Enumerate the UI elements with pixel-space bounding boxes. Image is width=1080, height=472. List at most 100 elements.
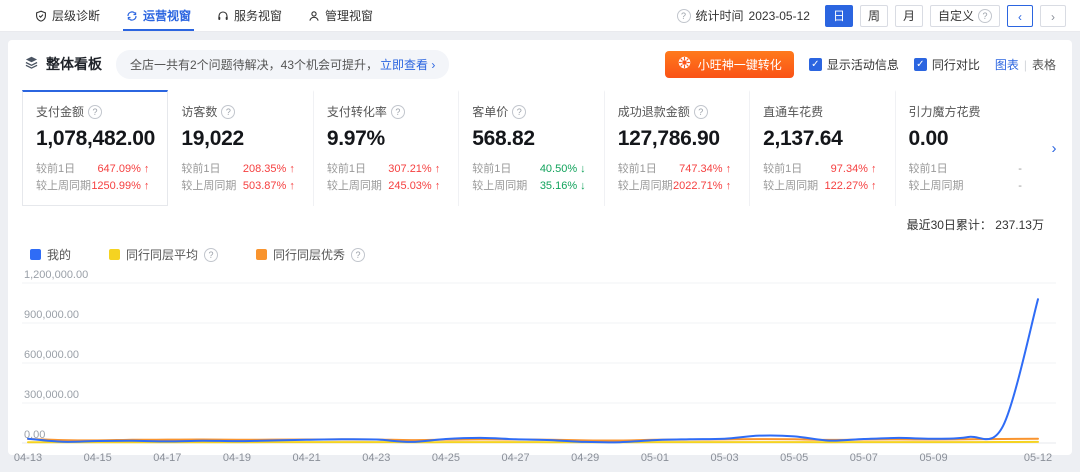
checkbox-同行对比[interactable]: ✓同行对比 (914, 56, 980, 73)
stat-time-label: 统计时间 (696, 7, 744, 24)
metric-title-text: 访客数 (181, 103, 217, 120)
metric-value: 568.82 (472, 127, 597, 151)
legend-item-同行同层优秀[interactable]: 同行同层优秀? (256, 246, 365, 263)
metric-title: 引力魔方花费 (909, 103, 1034, 120)
metric-card-支付金额[interactable]: 支付金额?1,078,482.00较前1日647.09% ↑较上周同期1250.… (22, 90, 168, 206)
headset-icon (217, 10, 229, 22)
prev-date-button[interactable]: ‹ (1007, 5, 1033, 27)
info-icon[interactable]: ? (221, 105, 235, 119)
custom-range-button[interactable]: 自定义 ? (930, 5, 1000, 27)
compare-row: 较上周同期503.87% ↑ (181, 178, 306, 195)
metric-value: 1,078,482.00 (36, 127, 161, 151)
range-button-周[interactable]: 周 (860, 5, 888, 27)
svg-text:04-21: 04-21 (293, 452, 321, 464)
time-controls: ? 统计时间 2023-05-12 日周月 自定义 ? ‹ › (677, 5, 1066, 27)
range-button-group: 日周月 (825, 5, 923, 27)
metric-card-引力魔方花费[interactable]: 引力魔方花费0.00较前1日-较上周同期- (896, 90, 1040, 206)
compare-row: 较上周同期2022.71% ↑ (618, 178, 743, 195)
compare-row: 较前1日 747.34% ↑ (618, 161, 743, 178)
compare-value: 747.34% ↑ (679, 161, 731, 178)
metric-title: 成功退款金额? (618, 103, 743, 120)
compare-value: 97.34% ↑ (831, 161, 877, 178)
compare-row: 较前1日 - (909, 161, 1034, 178)
metric-title: 访客数? (181, 103, 306, 120)
stat-time: ? 统计时间 2023-05-12 (677, 7, 810, 24)
svg-text:05-09: 05-09 (919, 452, 947, 464)
metric-card-支付转化率[interactable]: 支付转化率?9.97%较前1日307.21% ↑较上周同期245.03% ↑ (314, 90, 459, 206)
chevron-right-icon: › (1051, 10, 1055, 24)
nav-item-label: 层级诊断 (52, 7, 100, 24)
svg-text:05-05: 05-05 (780, 452, 808, 464)
metric-title: 直通车花费 (763, 103, 888, 120)
nav-item-运营视窗[interactable]: 运营视窗 (113, 0, 204, 31)
gear-icon (677, 55, 692, 73)
compare-value: 122.27% ↑ (825, 178, 877, 195)
legend-swatch (109, 249, 120, 260)
info-icon[interactable]: ? (677, 9, 691, 23)
compare-label: 较前1日 (618, 161, 657, 178)
compare-label: 较上周同期 (472, 178, 527, 195)
metric-card-客单价[interactable]: 客单价?568.82较前1日40.50% ↓较上周同期35.16% ↓ (459, 90, 604, 206)
metric-card-访客数[interactable]: 访客数?19,022较前1日208.35% ↑较上周同期503.87% ↑ (168, 90, 313, 206)
svg-text:04-25: 04-25 (432, 452, 460, 464)
convert-button-label: 小旺神一键转化 (698, 56, 782, 73)
chart-view-toggle[interactable]: 图表 (995, 58, 1019, 72)
nav-item-label: 管理视窗 (325, 7, 373, 24)
panel-title-text: 整体看板 (46, 54, 102, 74)
compare-row: 较上周同期245.03% ↑ (327, 178, 452, 195)
notice-pill: 全店一共有2个问题待解决，43个机会可提升， 立即查看 › (116, 50, 449, 79)
nav-item-服务视窗[interactable]: 服务视窗 (204, 0, 295, 31)
info-icon[interactable]: ? (204, 248, 218, 262)
legend-item-我的[interactable]: 我的 (30, 246, 71, 263)
overview-panel: 整体看板 全店一共有2个问题待解决，43个机会可提升， 立即查看 › 小旺神一键… (8, 40, 1072, 455)
legend-label: 同行同层平均 (126, 246, 198, 263)
checkbox-label: 同行对比 (932, 56, 980, 73)
toggle-divider: | (1024, 58, 1027, 72)
nav-item-管理视窗[interactable]: 管理视窗 (295, 0, 386, 31)
summary-label: 最近30日累计： (907, 218, 992, 232)
compare-label: 较前1日 (909, 161, 948, 178)
metric-value: 19,022 (181, 127, 306, 151)
compare-value: 40.50% ↓ (540, 161, 586, 178)
nav-item-层级诊断[interactable]: 层级诊断 (22, 0, 113, 31)
compare-row: 较前1日647.09% ↑ (36, 161, 161, 178)
metric-card-直通车花费[interactable]: 直通车花费2,137.64较前1日97.34% ↑较上周同期122.27% ↑ (750, 90, 895, 206)
checkbox-显示活动信息[interactable]: ✓显示活动信息 (809, 56, 899, 73)
info-icon[interactable]: ? (512, 105, 526, 119)
line-chart-svg[interactable]: 0.00300,000.00600,000.00900,000.001,200,… (8, 267, 1072, 472)
next-date-button[interactable]: › (1040, 5, 1066, 27)
table-view-toggle[interactable]: 表格 (1032, 58, 1056, 72)
view-now-link[interactable]: 立即查看 › (380, 56, 435, 73)
metric-card-成功退款金额[interactable]: 成功退款金额?127,786.90较前1日747.34% ↑较上周同期2022.… (605, 90, 750, 206)
metric-cards-row: 支付金额? 1,078,482.00 较前1日647.09% ↑ 较上周同期 1250.… (22, 90, 1068, 206)
compare-value: 1250.99% ↑ (91, 178, 149, 195)
range-button-月[interactable]: 月 (895, 5, 923, 27)
svg-text:04-29: 04-29 (571, 452, 599, 464)
compare-label: 较上周同期 (909, 178, 964, 195)
checkbox-group: ✓显示活动信息 ✓同行对比 (809, 56, 980, 73)
custom-range-label: 自定义 (938, 7, 974, 24)
one-key-convert-button[interactable]: 小旺神一键转化 (665, 51, 794, 78)
metric-title: 客单价? (472, 103, 597, 120)
trend-chart[interactable]: 0.00300,000.00600,000.00900,000.001,200,… (8, 267, 1072, 472)
metric-title-text: 成功退款金额 (618, 103, 690, 120)
range-button-日[interactable]: 日 (825, 5, 853, 27)
compare-value: 35.16% ↓ (540, 178, 586, 195)
info-icon[interactable]: ? (88, 105, 102, 119)
compare-row: 较上周同期 35.16% ↓ (472, 178, 597, 195)
checkbox-label: 显示活动信息 (827, 56, 899, 73)
stat-time-value: 2023-05-12 (749, 9, 810, 23)
legend-item-同行同层平均[interactable]: 同行同层平均? (109, 246, 218, 263)
svg-text:04-13: 04-13 (14, 452, 42, 464)
cards-scroll-right-button[interactable]: › (1040, 90, 1068, 206)
chart-legend: 我的同行同层平均?同行同层优秀? (8, 233, 1072, 263)
info-icon[interactable]: ? (351, 248, 365, 262)
compare-value: - (1018, 161, 1022, 178)
metric-title: 支付金额? (36, 103, 161, 120)
compare-row: 较前1日307.21% ↑ (327, 161, 452, 178)
view-toggle: 图表 | 表格 (995, 56, 1056, 73)
info-icon[interactable]: ? (694, 105, 708, 119)
metric-value: 9.97% (327, 127, 452, 151)
svg-text:05-07: 05-07 (850, 452, 878, 464)
info-icon[interactable]: ? (391, 105, 405, 119)
